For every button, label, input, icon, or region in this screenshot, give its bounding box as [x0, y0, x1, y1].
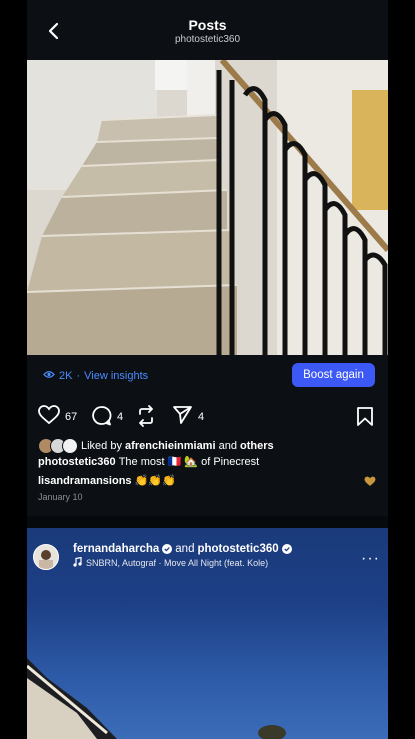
comment-username[interactable]: lisandramansions — [38, 475, 132, 487]
repost-icon — [136, 405, 156, 430]
comment-preview[interactable]: lisandramansions 👏👏👏 — [38, 474, 176, 487]
post-video[interactable] — [27, 60, 388, 355]
insights-separator: · — [76, 370, 81, 382]
view-insights-link[interactable]: 2K · View insights — [43, 370, 148, 382]
music-title: SNBRN, Autograf · Move All Night (feat. … — [86, 558, 269, 568]
share-action[interactable]: 4 — [172, 405, 204, 428]
next-post-header: fernandaharcha and photostetic360 SNBRN,… — [27, 528, 388, 572]
liked-by-row[interactable]: Liked by afrenchieinmiami and others — [38, 438, 378, 454]
comments-count: 4 — [117, 411, 124, 423]
liker-avatars — [38, 438, 78, 454]
heart-icon — [38, 405, 60, 428]
avatar[interactable] — [33, 544, 59, 570]
music-track[interactable]: SNBRN, Autograf · Move All Night (feat. … — [73, 556, 269, 569]
comment-icon — [91, 405, 112, 429]
page-title: Posts — [188, 17, 227, 33]
likes-count: 67 — [65, 410, 78, 423]
insights-bar: 2K · View insights Boost again — [27, 355, 388, 397]
next-post[interactable]: fernandaharcha and photostetic360 SNBRN,… — [27, 528, 388, 739]
view-insights-label: View insights — [84, 370, 149, 382]
verified-badge-icon — [162, 544, 173, 554]
author-2[interactable]: photostetic360 — [197, 543, 278, 555]
comment-like-icon[interactable] — [364, 474, 376, 492]
send-icon — [172, 405, 193, 428]
comment-action[interactable]: 4 — [91, 405, 123, 429]
top-bar: Posts photostetic360 — [27, 0, 388, 60]
views-count: 2K — [59, 370, 73, 382]
caption-username[interactable]: photostetic360 — [38, 456, 116, 468]
bookmark-icon[interactable] — [356, 406, 374, 432]
music-note-icon — [73, 556, 82, 569]
app-screen: Posts photostetic360 2K · View insights … — [27, 0, 388, 739]
post-caption: photostetic360 The most 🇫🇷 🏡 of Pinecres… — [38, 455, 259, 468]
more-options-icon[interactable]: ··· — [361, 550, 380, 568]
caption-text: The most 🇫🇷 🏡 of Pinecrest — [118, 456, 260, 468]
verified-badge-icon — [281, 544, 292, 554]
post-divider — [27, 516, 388, 528]
liked-by-prefix: Liked by — [81, 440, 122, 452]
repost-action[interactable] — [136, 405, 156, 430]
liked-by-connector: and — [218, 440, 237, 452]
author-1[interactable]: fernandaharcha — [73, 543, 159, 555]
action-bar: 67 4 4 — [27, 400, 388, 434]
like-action[interactable]: 67 — [38, 405, 77, 428]
post-date: January 10 — [38, 492, 83, 502]
liked-by-user[interactable]: afrenchieinmiami — [125, 440, 215, 452]
boost-again-button[interactable]: Boost again — [292, 363, 375, 387]
authors-connector: and — [175, 543, 195, 555]
shares-count: 4 — [198, 410, 205, 423]
next-post-authors: fernandaharcha and photostetic360 — [73, 543, 292, 555]
liked-by-others[interactable]: others — [240, 440, 274, 452]
eye-icon — [43, 370, 55, 382]
avatar — [62, 438, 78, 454]
page-subtitle: photostetic360 — [174, 34, 241, 45]
comment-text: 👏👏👏 — [134, 475, 176, 487]
